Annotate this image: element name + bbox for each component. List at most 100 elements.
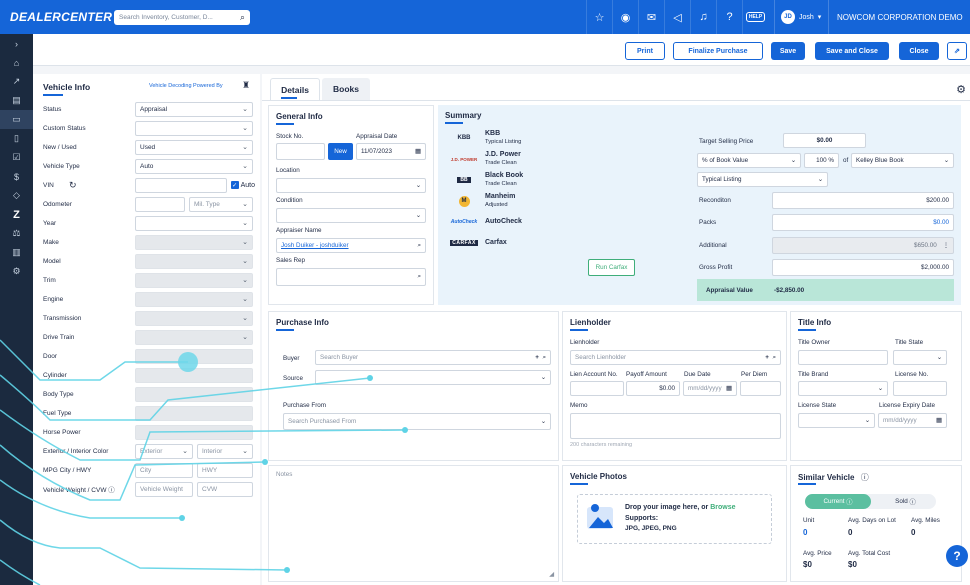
per-diem-input[interactable] (740, 381, 781, 396)
settings-icon[interactable]: ⚙ (0, 262, 33, 281)
sold-toggle[interactable]: Sold ⓘ (875, 494, 936, 509)
external-link-icon[interactable]: ⇗ (947, 42, 967, 60)
purchase-from-input[interactable]: Search Purchased From ⌄ (283, 413, 551, 430)
stock-no-input[interactable] (276, 143, 325, 160)
vin-auto-checkbox[interactable]: ✓ Auto (230, 181, 255, 189)
lien-account-input[interactable] (570, 381, 624, 396)
title-owner-input[interactable] (798, 350, 888, 365)
source-select[interactable]: ⌄ (315, 370, 551, 385)
percent-of-book-select[interactable]: % of Book Value ⌄ (697, 153, 801, 168)
condition-select[interactable]: ⌄ (276, 208, 426, 223)
new-used-select[interactable]: Used ⌄ (135, 139, 253, 155)
chart-icon[interactable]: ↗ (0, 72, 33, 91)
fuel-type-input[interactable] (135, 405, 253, 421)
run-carfax-button[interactable]: Run Carfax (588, 259, 635, 276)
help-button[interactable]: HELP (742, 0, 768, 34)
search-icon[interactable]: ⌕ (417, 242, 421, 250)
user-menu[interactable]: JD Josh ▾ (774, 0, 821, 34)
chat-icon[interactable]: ◉ (612, 0, 638, 34)
clipboard-icon[interactable]: ▯ (0, 129, 33, 148)
app-logo[interactable]: DEALERCENTER (10, 10, 112, 24)
payoff-input[interactable]: $0.00 (626, 381, 680, 396)
search-icon[interactable]: ⌕ (772, 354, 776, 361)
exterior-color-select[interactable]: Exterior ⌄ (135, 443, 193, 459)
title-state-select[interactable]: ⌄ (893, 350, 947, 365)
info-icon[interactable]: ⓘ (108, 487, 115, 494)
current-toggle[interactable]: Current ⓘ (805, 494, 871, 509)
engine-select[interactable]: ⌄ (135, 291, 253, 307)
building-icon[interactable]: ▥ (0, 243, 33, 262)
question-icon[interactable]: ? (716, 0, 742, 34)
mil-type-select[interactable]: Mil. Type ⌄ (189, 196, 253, 212)
message-icon[interactable]: ✉ (638, 0, 664, 34)
browse-link[interactable]: Browse (710, 504, 735, 511)
scale-icon[interactable]: ⚖ (0, 224, 33, 243)
drive-train-select[interactable]: ⌄ (135, 329, 253, 345)
z-icon[interactable]: Z (0, 205, 33, 224)
print-button[interactable]: Print (625, 42, 665, 60)
listing-type-select[interactable]: Typical Listing ⌄ (697, 172, 828, 187)
license-expiry-input[interactable]: mm/dd/yyyy ▦ (878, 413, 947, 428)
new-stock-button[interactable]: New (328, 143, 353, 160)
help-chat-button[interactable]: ? (946, 545, 968, 567)
bell-icon[interactable]: ♫ (690, 0, 716, 34)
vin-input[interactable] (134, 177, 227, 193)
notes-textarea[interactable]: Notes ◢ (268, 465, 559, 582)
calendar-icon[interactable]: ▦ (415, 148, 421, 155)
add-icon[interactable]: + (765, 354, 769, 361)
vehicle-type-select[interactable]: Auto ⌄ (135, 158, 253, 174)
target-selling-price-input[interactable]: $0.00 (783, 133, 866, 148)
document-icon[interactable]: ▤ (0, 91, 33, 110)
calendar-icon[interactable]: ▦ (936, 417, 942, 424)
memo-textarea[interactable] (570, 413, 781, 439)
transmission-select[interactable]: ⌄ (135, 310, 253, 326)
license-state-select[interactable]: ⌄ (798, 413, 875, 428)
info-icon[interactable]: ⓘ (861, 473, 869, 482)
body-type-input[interactable] (135, 386, 253, 402)
home-icon[interactable]: ⌂ (0, 53, 33, 72)
gross-profit-input[interactable]: $2,000.00 (772, 259, 954, 276)
year-select[interactable]: ⌄ (135, 215, 253, 231)
sales-rep-input[interactable]: ⌕ (276, 268, 426, 286)
appraisal-date-input[interactable]: 11/07/2023 ▦ (356, 143, 426, 160)
mpg-hwy-input[interactable]: HWY (197, 462, 253, 478)
calendar-icon[interactable]: ▦ (726, 385, 732, 392)
cvw-input[interactable]: CVW (197, 481, 253, 497)
photo-dropzone[interactable]: Drop your image here, or Browse Supports… (577, 494, 772, 544)
star-icon[interactable]: ☆ (586, 0, 612, 34)
more-icon[interactable]: ⋮ (943, 242, 949, 249)
expand-icon[interactable]: › (0, 34, 33, 53)
title-brand-select[interactable]: ⌄ (798, 381, 888, 396)
search-icon[interactable]: ⌕ (240, 12, 245, 23)
door-input[interactable] (135, 348, 253, 364)
due-date-input[interactable]: mm/dd/yyyy ▦ (683, 381, 737, 396)
vehicle-weight-input[interactable]: Vehicle Weight (135, 481, 193, 497)
status-select[interactable]: Appraisal ⌄ (135, 101, 253, 117)
appraiser-input[interactable]: Josh Duiker - joshduiker ⌕ (276, 238, 426, 253)
custom-status-select[interactable]: ⌄ (135, 120, 253, 136)
reconditioning-input[interactable]: $200.00 (772, 192, 954, 209)
megaphone-icon[interactable]: ◁ (664, 0, 690, 34)
car-icon[interactable]: ▭ (0, 110, 33, 129)
model-select[interactable]: ⌄ (135, 253, 253, 269)
book-source-select[interactable]: Kelley Blue Book ⌄ (851, 153, 954, 168)
unit-value[interactable]: 0 (803, 528, 807, 537)
lienholder-input[interactable]: Search Lienholder + ⌕ (570, 350, 781, 365)
trim-select[interactable]: ⌄ (135, 272, 253, 288)
horse-power-input[interactable] (135, 424, 253, 440)
make-select[interactable]: ⌄ (135, 234, 253, 250)
percent-input[interactable]: 100 % (804, 153, 839, 168)
cylinder-input[interactable] (135, 367, 253, 383)
search-icon[interactable]: ⌕ (542, 354, 546, 361)
gear-icon[interactable]: ⚙ (956, 83, 966, 96)
interior-color-select[interactable]: Interior ⌄ (197, 443, 253, 459)
packs-input[interactable]: $0.00 (772, 214, 954, 231)
close-button[interactable]: Close (899, 42, 939, 60)
save-button[interactable]: Save (771, 42, 805, 60)
save-and-close-button[interactable]: Save and Close (815, 42, 889, 60)
search-icon[interactable]: ⌕ (417, 273, 421, 281)
additional-input[interactable]: $650.00 ⋮ (772, 237, 954, 254)
buyer-input[interactable]: Search Buyer + ⌕ (315, 350, 551, 365)
resize-handle-icon[interactable]: ◢ (549, 571, 554, 578)
odometer-input[interactable] (135, 196, 185, 212)
